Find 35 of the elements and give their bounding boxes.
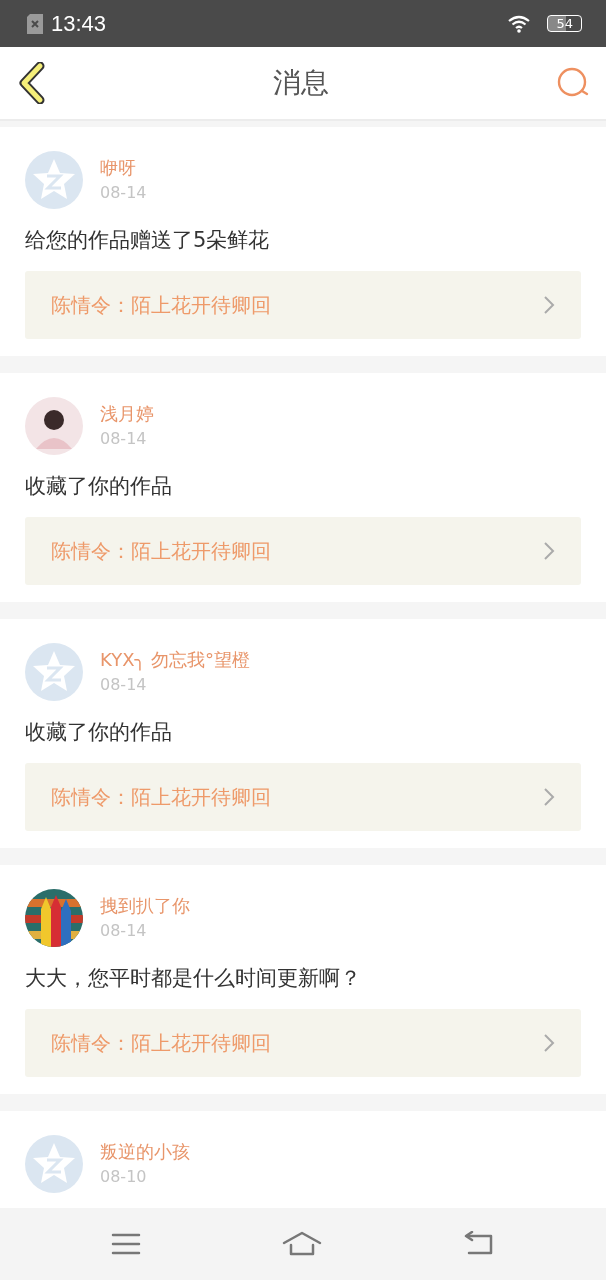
user-name: 叛逆的小孩 <box>100 1140 190 1164</box>
chevron-right-icon <box>543 295 555 315</box>
message-date: 08-14 <box>100 920 148 942</box>
work-link[interactable]: 陈情令：陌上花开待卿回 <box>25 271 581 339</box>
wifi-icon <box>507 14 532 33</box>
default-avatar-icon <box>25 151 83 209</box>
sim-card-icon <box>27 13 43 34</box>
message-text: 收藏了你的作品 <box>25 719 173 746</box>
user-name: KYX╮ 勿忘我°望橙 <box>100 648 251 672</box>
message-date: 08-14 <box>100 674 148 696</box>
chevron-right-icon <box>543 1033 555 1053</box>
message-text: 收藏了你的作品 <box>25 473 173 500</box>
page-title: 消息 <box>273 65 329 101</box>
work-link[interactable]: 陈情令：陌上花开待卿回 <box>25 517 581 585</box>
status-time: 13:43 <box>51 10 107 37</box>
default-avatar-icon <box>25 643 83 701</box>
work-link[interactable]: 陈情令：陌上花开待卿回 <box>25 1009 581 1077</box>
user-name: 咿呀 <box>100 156 137 180</box>
default-avatar-icon <box>25 1135 83 1193</box>
message-text: 大大，您平时都是什么时间更新啊？ <box>25 965 362 992</box>
chevron-right-icon <box>543 787 555 807</box>
back-button[interactable] <box>16 62 46 104</box>
user-name: 浅月婷 <box>100 402 154 426</box>
back-icon <box>16 62 46 104</box>
home-icon[interactable] <box>282 1231 322 1257</box>
chevron-right-icon <box>543 541 555 561</box>
message-date: 08-10 <box>100 1166 148 1188</box>
work-link[interactable]: 陈情令：陌上花开待卿回 <box>25 763 581 831</box>
menu-icon[interactable] <box>110 1232 141 1256</box>
message-date: 08-14 <box>100 428 148 450</box>
message-date: 08-14 <box>100 182 147 204</box>
user-name: 拽到扒了你 <box>100 894 190 918</box>
message-text: 给您的作品赠送了5朵鲜花 <box>25 227 271 254</box>
user-silhouette-avatar <box>25 397 83 455</box>
battery-indicator: 54 <box>547 15 582 32</box>
